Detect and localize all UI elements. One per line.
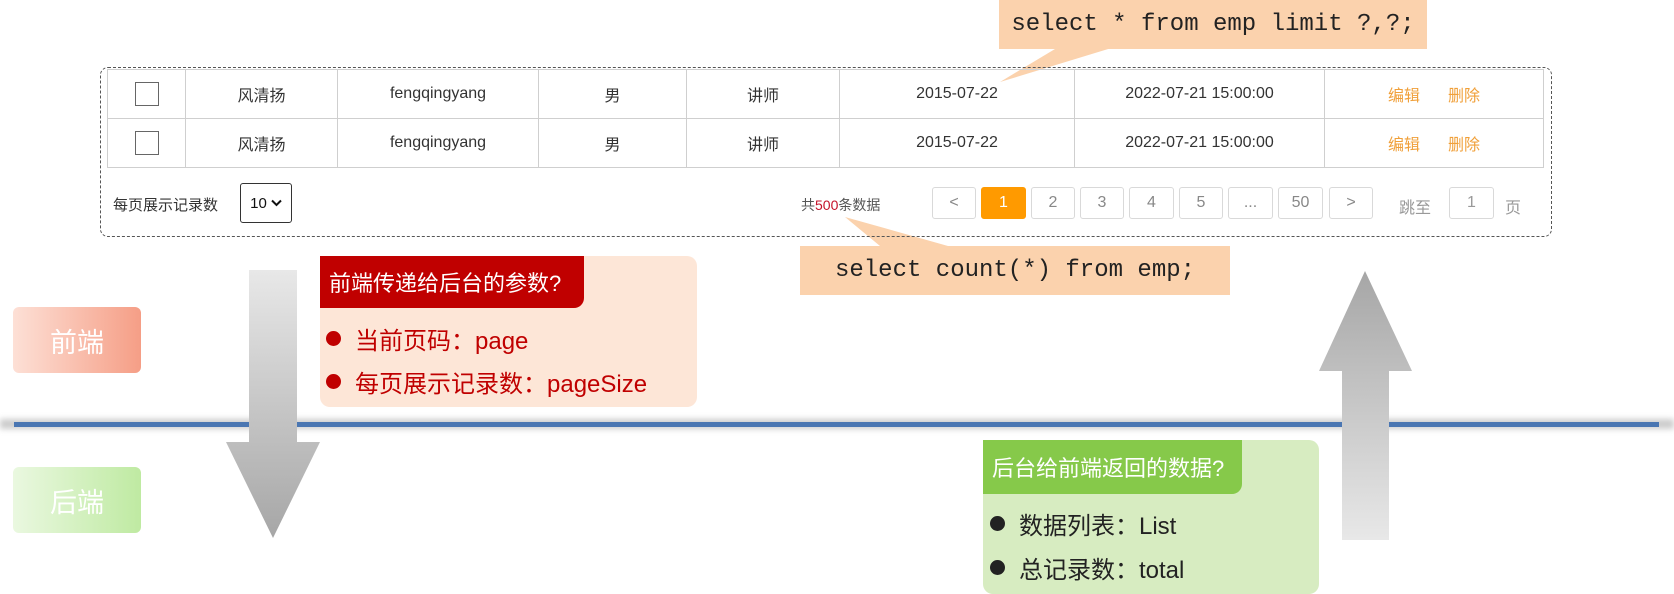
prev-page-button[interactable]: <: [932, 187, 976, 219]
delete-link[interactable]: 删除: [1448, 137, 1480, 154]
bullet-icon: [326, 330, 341, 346]
cell-username: fengqingyang: [337, 118, 539, 168]
page-button-50[interactable]: 50: [1278, 187, 1323, 219]
param-page-label: 当前页码：page: [355, 327, 529, 355]
employee-table: 风清扬 fengqingyang 男 讲师 2015-07-22 2022-07…: [107, 69, 1544, 168]
frontend-param-item: 当前页码：page: [326, 320, 528, 356]
next-page-button[interactable]: >: [1329, 187, 1373, 219]
jump-label: 跳至: [1399, 200, 1432, 217]
return-total-label: 总记录数：total: [1019, 556, 1185, 584]
cell-gender: 男: [538, 69, 687, 119]
page-ellipsis: ...: [1228, 187, 1273, 219]
arrow-up-icon: [1319, 271, 1412, 540]
cell-actions: 编辑 删除: [1324, 69, 1544, 119]
cell-update-time: 2022-07-21 15:00:00: [1074, 118, 1325, 168]
cell-name: 风清扬: [185, 118, 338, 168]
bullet-icon: [990, 559, 1005, 575]
checkbox-icon[interactable]: [134, 131, 159, 155]
frontend-param-item: 每页展示记录数：pageSize: [326, 363, 647, 399]
return-list-label: 数据列表：List: [1019, 512, 1177, 540]
cell-job: 讲师: [686, 69, 840, 119]
page-size-select[interactable]: 10: [240, 183, 292, 223]
cell-entry-date: 2015-07-22: [839, 118, 1075, 168]
total-prefix: 共: [801, 197, 815, 213]
param-pagesize-label: 每页展示记录数：pageSize: [355, 370, 648, 398]
total-suffix: 条数据: [838, 197, 881, 213]
cell-actions: 编辑 删除: [1324, 118, 1544, 168]
sql-limit-callout: select * from emp limit ?,?;: [999, 0, 1427, 49]
total-count: 500: [815, 197, 839, 213]
backend-return-title: 后台给前端返回的数据?: [983, 440, 1242, 494]
page-button-4[interactable]: 4: [1129, 187, 1174, 219]
edit-link[interactable]: 编辑: [1388, 137, 1420, 154]
frontend-tag: 前端: [13, 307, 141, 373]
checkbox-icon[interactable]: [134, 82, 159, 106]
page-suffix: 页: [1505, 200, 1522, 217]
page-button-5[interactable]: 5: [1179, 187, 1223, 219]
bullet-icon: [990, 515, 1005, 531]
edit-link[interactable]: 编辑: [1388, 88, 1420, 105]
chevron-down-icon: [271, 199, 282, 207]
cell-username: fengqingyang: [337, 69, 539, 119]
backend-tag: 后端: [13, 467, 141, 533]
page-size-label: 每页展示记录数: [113, 197, 219, 214]
arrow-down-icon: [226, 270, 320, 538]
cell-name: 风清扬: [185, 69, 338, 119]
backend-return-item: 数据列表：List: [990, 505, 1176, 541]
page-button-2[interactable]: 2: [1031, 187, 1075, 219]
jump-page-input[interactable]: 1: [1449, 187, 1494, 219]
table-row: 风清扬 fengqingyang 男 讲师 2015-07-22 2022-07…: [107, 69, 1544, 119]
frontend-params-title: 前端传递给后台的参数?: [320, 256, 584, 308]
cell-entry-date: 2015-07-22: [839, 69, 1075, 119]
total-count-text: 共500条数据: [801, 195, 880, 215]
bullet-icon: [326, 373, 341, 389]
delete-link[interactable]: 删除: [1448, 88, 1480, 105]
backend-return-item: 总记录数：total: [990, 549, 1184, 585]
table-row: 风清扬 fengqingyang 男 讲师 2015-07-22 2022-07…: [107, 118, 1544, 168]
cell-gender: 男: [538, 118, 687, 168]
cell-update-time: 2022-07-21 15:00:00: [1074, 69, 1325, 119]
cell-job: 讲师: [686, 118, 840, 168]
page-size-value: 10: [250, 194, 267, 212]
page-button-1[interactable]: 1: [981, 187, 1026, 219]
page-button-3[interactable]: 3: [1080, 187, 1124, 219]
sql-count-callout: select count(*) from emp;: [800, 246, 1230, 295]
